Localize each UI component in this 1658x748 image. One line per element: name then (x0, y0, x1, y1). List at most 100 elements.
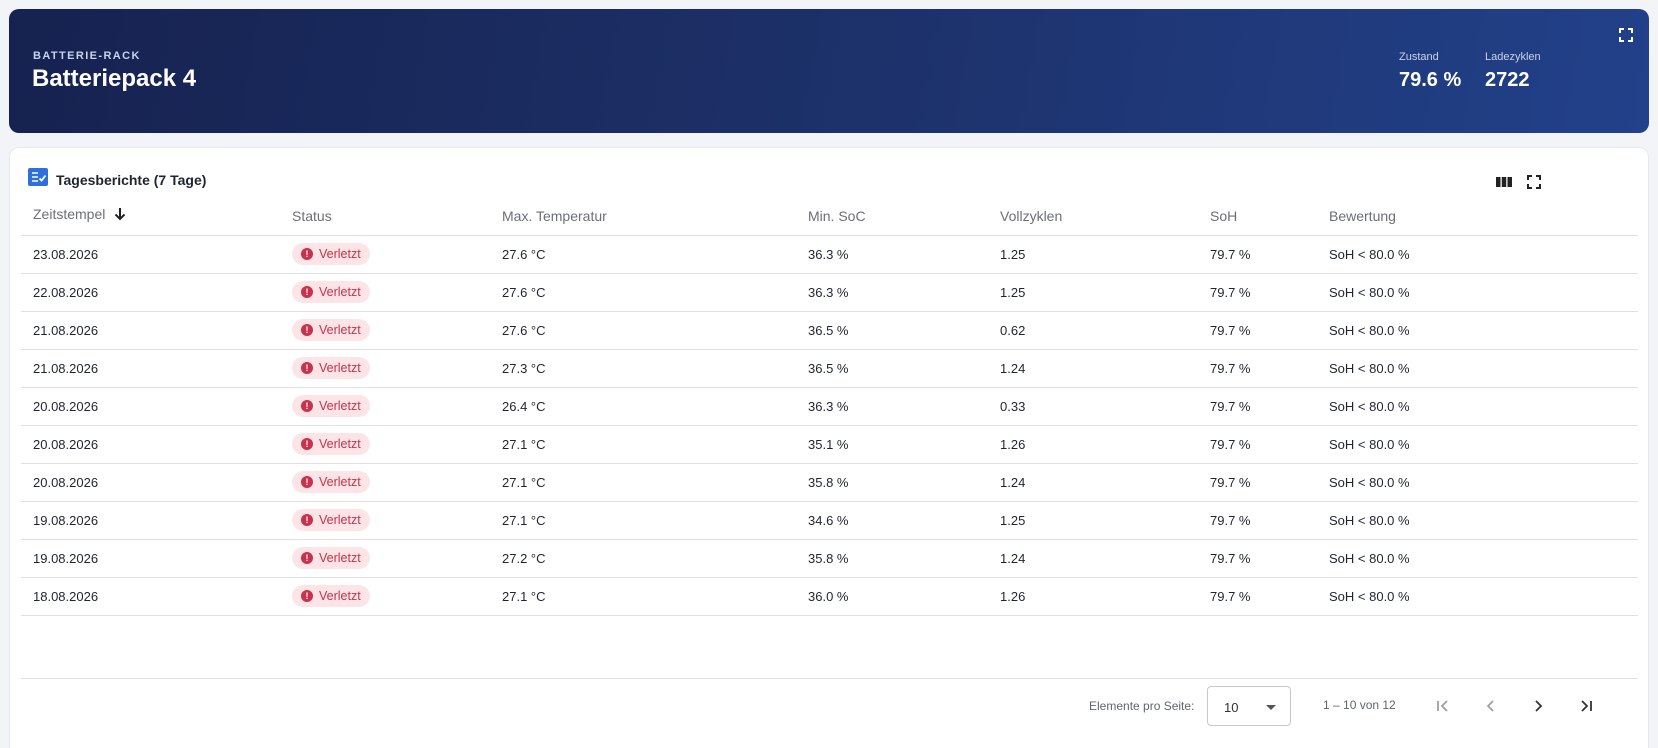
cell-zeitstempel: 21.08.2026 (21, 311, 280, 350)
cell-zeitstempel: 20.08.2026 (21, 425, 280, 464)
table-header-row: Zeitstempel Status Max. Temperatur Min. … (21, 197, 1638, 236)
column-header-min-soc[interactable]: Min. SoC (796, 197, 988, 236)
cell-status: ! Verletzt (280, 311, 490, 350)
table-row[interactable]: 20.08.2026! Verletzt 27.1 °C 35.1 % 1.26 79.7… (21, 425, 1638, 464)
cell-bewertung: SoH < 80.0 % (1317, 235, 1638, 274)
error-icon: ! (301, 286, 313, 298)
arrow-down-icon[interactable] (113, 206, 127, 225)
first-page-icon[interactable] (1432, 695, 1454, 717)
table-row[interactable]: 22.08.2026! Verletzt 27.6 °C 36.3 % 1.25 79.7… (21, 273, 1638, 312)
last-page-icon[interactable] (1575, 695, 1597, 717)
cell-max-temperatur: 27.6 °C (490, 311, 796, 350)
cell-zeitstempel: 22.08.2026 (21, 273, 280, 312)
header-banner: BATTERIE-RACK Batteriepack 4 Zustand 79.… (9, 9, 1649, 133)
cell-max-temperatur: 26.4 °C (490, 387, 796, 426)
page-title: Batteriepack 4 (32, 65, 197, 92)
column-header-zeitstempel[interactable]: Zeitstempel (21, 197, 280, 236)
cell-vollzyklen: 1.24 (988, 463, 1198, 502)
stat-label: Ladezyklen (1485, 51, 1541, 63)
cell-vollzyklen: 0.62 (988, 311, 1198, 350)
error-icon: ! (301, 438, 313, 450)
view-columns-icon[interactable] (1494, 172, 1514, 192)
cell-min-soc: 35.8 % (796, 539, 988, 578)
column-header-vollzyklen[interactable]: Vollzyklen (988, 197, 1198, 236)
cell-soh: 79.7 % (1198, 577, 1317, 616)
cell-soh: 79.7 % (1198, 463, 1317, 502)
fullscreen-icon[interactable] (1617, 26, 1635, 44)
error-icon: ! (301, 324, 313, 336)
cell-status: ! Verletzt (280, 539, 490, 578)
cell-bewertung: SoH < 80.0 % (1317, 463, 1638, 502)
chevron-left-icon[interactable] (1480, 695, 1502, 717)
page-size-value: 10 (1224, 700, 1239, 715)
column-label: Zeitstempel (33, 206, 106, 223)
paginator: Elemente pro Seite: 10 1 – 10 von 12 (10, 677, 1648, 733)
cell-min-soc: 35.8 % (796, 463, 988, 502)
cell-soh: 79.7 % (1198, 501, 1317, 540)
checklist-icon (28, 168, 48, 191)
stat-ladezyklen: Ladezyklen 2722 (1485, 51, 1541, 92)
cell-soh: 79.7 % (1198, 425, 1317, 464)
status-text: Verletzt (319, 361, 361, 375)
table-row[interactable]: 20.08.2026! Verletzt 27.1 °C 35.8 % 1.24 79.7… (21, 463, 1638, 502)
cell-soh: 79.7 % (1198, 311, 1317, 350)
table-row[interactable]: 19.08.2026! Verletzt 27.1 °C 34.6 % 1.25 79.7… (21, 501, 1638, 540)
cell-zeitstempel: 19.08.2026 (21, 501, 280, 540)
cell-min-soc: 34.6 % (796, 501, 988, 540)
cell-min-soc: 35.1 % (796, 425, 988, 464)
cell-min-soc: 36.3 % (796, 273, 988, 312)
cell-zeitstempel: 20.08.2026 (21, 387, 280, 426)
status-text: Verletzt (319, 513, 361, 527)
cell-bewertung: SoH < 80.0 % (1317, 501, 1638, 540)
cell-zeitstempel: 20.08.2026 (21, 463, 280, 502)
cell-max-temperatur: 27.6 °C (490, 235, 796, 274)
status-badge: ! Verletzt (292, 319, 370, 341)
cell-max-temperatur: 27.1 °C (490, 425, 796, 464)
cell-vollzyklen: 1.25 (988, 501, 1198, 540)
status-text: Verletzt (319, 551, 361, 565)
status-badge: ! Verletzt (292, 547, 370, 569)
table-row[interactable]: 21.08.2026! Verletzt 27.6 °C 36.5 % 0.62 79.7… (21, 311, 1638, 350)
fullscreen-icon[interactable] (1524, 172, 1544, 192)
cell-status: ! Verletzt (280, 425, 490, 464)
page-range-label: 1 – 10 von 12 (1323, 698, 1396, 712)
table-row[interactable]: 19.08.2026! Verletzt 27.2 °C 35.8 % 1.24 79.7… (21, 539, 1638, 578)
table-row[interactable]: 18.08.2026! Verletzt 27.1 °C 36.0 % 1.26 79.7… (21, 577, 1638, 616)
status-badge: ! Verletzt (292, 509, 370, 531)
cell-max-temperatur: 27.1 °C (490, 501, 796, 540)
status-text: Verletzt (319, 475, 361, 489)
column-header-soh[interactable]: SoH (1198, 197, 1317, 236)
error-icon: ! (301, 552, 313, 564)
column-header-max-temperatur[interactable]: Max. Temperatur (490, 197, 796, 236)
card-header: Tagesberichte (7 Tage) (28, 168, 206, 191)
chevron-right-icon[interactable] (1527, 695, 1549, 717)
cell-soh: 79.7 % (1198, 387, 1317, 426)
cell-bewertung: SoH < 80.0 % (1317, 577, 1638, 616)
table-row[interactable]: 23.08.2026! Verletzt 27.6 °C 36.3 % 1.25 79.7… (21, 235, 1638, 274)
status-text: Verletzt (319, 247, 361, 261)
cell-vollzyklen: 1.25 (988, 273, 1198, 312)
cell-max-temperatur: 27.1 °C (490, 577, 796, 616)
column-header-status[interactable]: Status (280, 197, 490, 236)
page-size-select[interactable]: 10 (1207, 686, 1291, 726)
cell-bewertung: SoH < 80.0 % (1317, 539, 1638, 578)
table-row[interactable]: 21.08.2026! Verletzt 27.3 °C 36.5 % 1.24 79.7… (21, 349, 1638, 388)
cell-min-soc: 36.3 % (796, 235, 988, 274)
cell-status: ! Verletzt (280, 387, 490, 426)
cell-vollzyklen: 1.24 (988, 539, 1198, 578)
status-badge: ! Verletzt (292, 585, 370, 607)
stat-value: 2722 (1485, 69, 1530, 91)
cell-zeitstempel: 18.08.2026 (21, 577, 280, 616)
daily-reports-card: Tagesberichte (7 Tage) Zeitstempel Statu… (9, 147, 1649, 748)
status-text: Verletzt (319, 437, 361, 451)
table-row[interactable]: 20.08.2026! Verletzt 26.4 °C 36.3 % 0.33 79.7… (21, 387, 1638, 426)
stat-label: Zustand (1399, 51, 1439, 63)
error-icon: ! (301, 514, 313, 526)
status-text: Verletzt (319, 285, 361, 299)
status-badge: ! Verletzt (292, 281, 370, 303)
error-icon: ! (301, 400, 313, 412)
cell-bewertung: SoH < 80.0 % (1317, 311, 1638, 350)
cell-soh: 79.7 % (1198, 539, 1317, 578)
column-header-bewertung[interactable]: Bewertung (1317, 197, 1638, 236)
cell-status: ! Verletzt (280, 349, 490, 388)
